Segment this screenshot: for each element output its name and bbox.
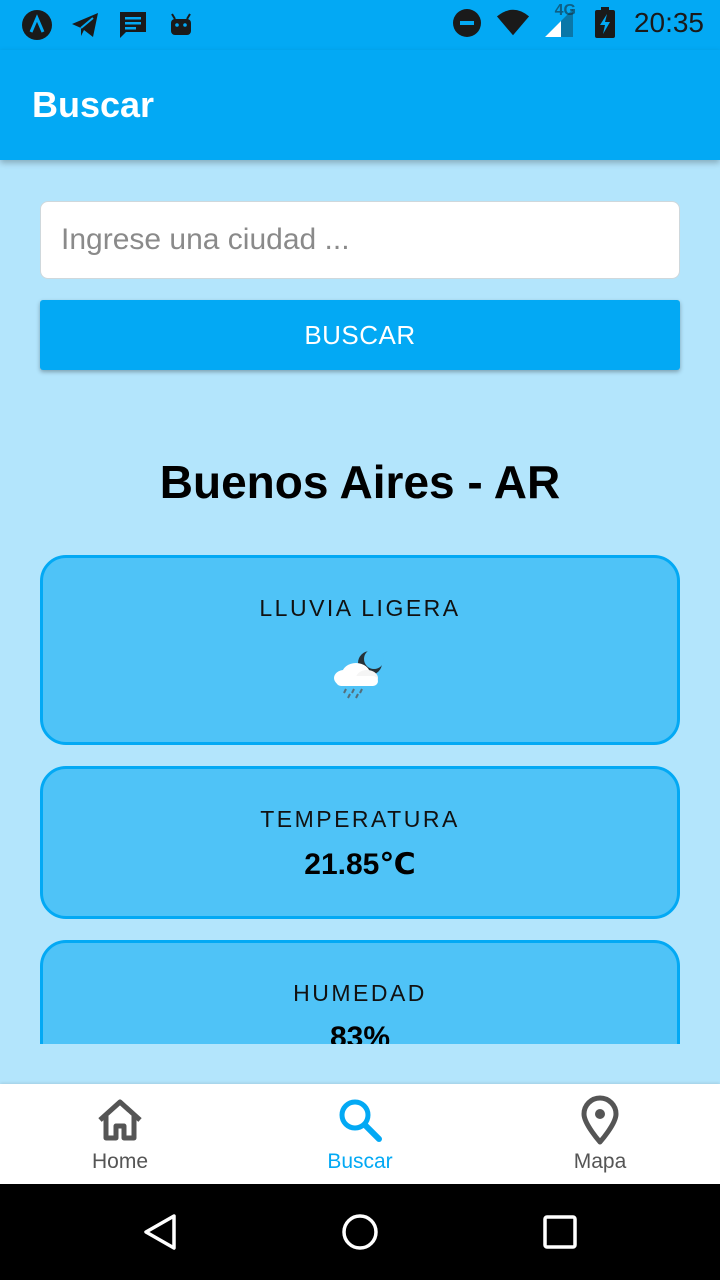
light-rain-night-icon [334, 649, 384, 699]
temperature-label: TEMPERATURA [260, 806, 460, 832]
humidity-card: HUMEDAD 83% [40, 940, 680, 1044]
map-pin-icon [581, 1095, 619, 1145]
do-not-disturb-icon [450, 6, 484, 40]
nav-item-search[interactable]: Buscar [240, 1084, 480, 1184]
home-button-icon[interactable] [340, 1212, 380, 1252]
home-icon [98, 1099, 142, 1141]
city-title: Buenos Aires - AR [159, 456, 561, 508]
temperature-value: 21.85℃ [304, 848, 416, 881]
network-type-label: 4G [554, 2, 576, 19]
nav-label-search: Buscar [327, 1150, 393, 1173]
search-button[interactable]: BUSCAR [40, 300, 680, 370]
search-icon [339, 1099, 382, 1142]
temperature-card: TEMPERATURA 21.85℃ [40, 766, 680, 919]
city-search-input[interactable] [40, 201, 680, 279]
nav-item-home[interactable]: Home [0, 1084, 240, 1184]
humidity-label: HUMEDAD [293, 980, 427, 1006]
app-bar: Buscar [0, 50, 720, 160]
search-content[interactable]: BUSCAR Buenos Aires - AR LLUVIA LIGERA T… [0, 160, 720, 1044]
back-icon[interactable] [140, 1212, 180, 1252]
nav-item-map[interactable]: Mapa [480, 1084, 720, 1184]
wifi-icon [496, 6, 530, 40]
system-navigation-bar [0, 1184, 720, 1280]
bottom-navigation: Home Buscar Mapa [0, 1084, 720, 1184]
weather-description-card: LLUVIA LIGERA [40, 555, 680, 745]
telegram-icon [68, 8, 102, 42]
android-icon [164, 8, 198, 42]
recents-icon[interactable] [540, 1212, 580, 1252]
nav-label-map: Mapa [573, 1150, 627, 1173]
app-a-icon [20, 8, 54, 42]
status-time: 20:35 [633, 7, 704, 38]
humidity-value: 83% [329, 1021, 391, 1044]
weather-description-label: LLUVIA LIGERA [259, 595, 461, 621]
page-title: Buscar [32, 84, 155, 125]
battery-charging-icon [588, 6, 622, 40]
status-bar: 4G 20:35 [0, 0, 720, 50]
nav-label-home: Home [91, 1150, 149, 1173]
message-icon [116, 8, 150, 42]
cell-signal-icon: 4G [542, 2, 576, 40]
